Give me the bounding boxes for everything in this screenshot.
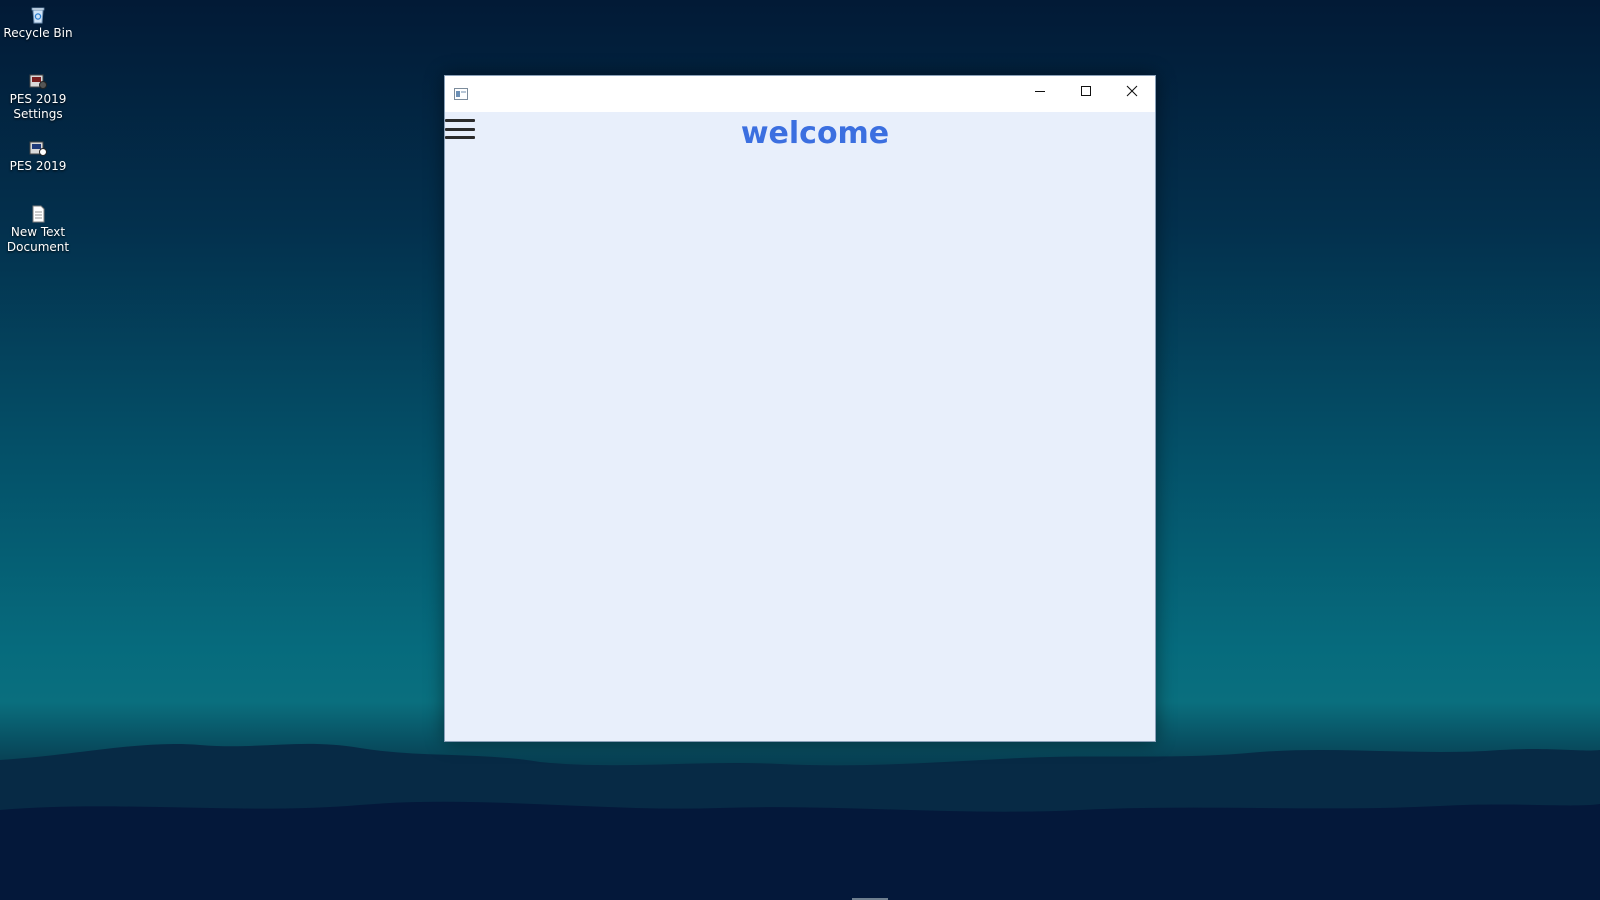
app-window: welcome [444,75,1156,742]
welcome-heading: welcome [740,116,890,151]
desktop-icon-pes-settings[interactable]: PES 2019 Settings [2,72,74,122]
maximize-icon [1080,82,1092,101]
desktop-icon-label: Recycle Bin [3,26,73,40]
window-controls [1017,76,1155,112]
app-window-icon[interactable] [453,86,469,102]
desktop-icon-label: New Text Document [6,225,70,254]
desktop-icon-label: PES 2019 Settings [9,92,67,121]
pes-game-icon [29,139,47,157]
desktop-icon-label: PES 2019 [9,159,67,173]
window-content: welcome [445,112,1155,741]
maximize-button[interactable] [1063,76,1109,106]
desktop-icon-pes-2019[interactable]: PES 2019 [2,139,74,174]
recycle-bin-icon [29,6,47,24]
minimize-icon [1034,82,1046,101]
close-icon [1126,82,1138,101]
desktop-icon-new-text-document[interactable]: New Text Document [2,205,74,255]
text-document-icon [29,205,47,223]
window-titlebar[interactable] [445,76,1155,112]
desktop: Recycle Bin PES 2019 Settings PES 2019 N… [0,0,1600,900]
minimize-button[interactable] [1017,76,1063,106]
desktop-icon-recycle-bin[interactable]: Recycle Bin [2,6,74,41]
pes-settings-icon [29,72,47,90]
close-button[interactable] [1109,76,1155,106]
